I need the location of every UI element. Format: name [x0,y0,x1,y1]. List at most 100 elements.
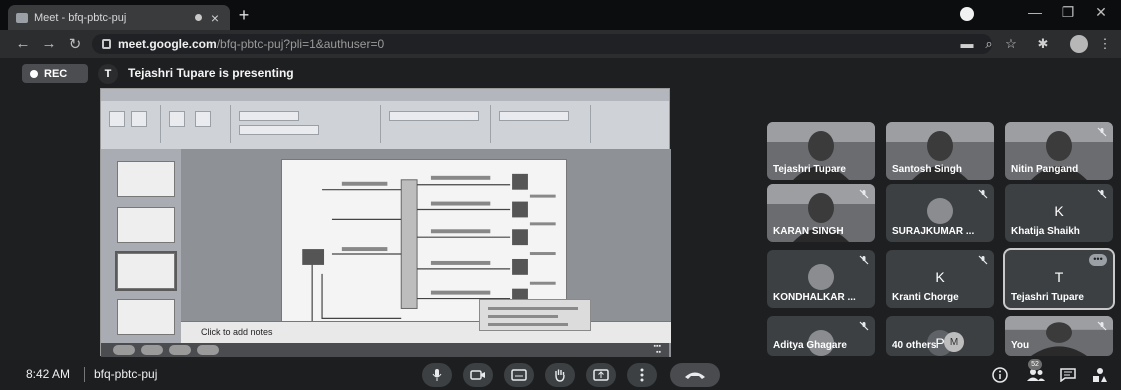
forward-arrow-icon[interactable]: → [40,35,58,52]
tab-close-icon[interactable]: × [208,10,222,26]
slide-thumbnail [117,207,175,243]
participant-tile[interactable]: P M 40 others [886,316,994,356]
mic-off-icon [1097,189,1107,199]
camera-button[interactable] [463,363,493,387]
leave-call-button[interactable] [670,363,720,387]
presenting-banner: Tejashri Tupare is presenting [128,66,294,80]
participant-name: Khatija Shaikh [1011,226,1080,237]
participant-tile[interactable]: KARAN SINGH [767,184,875,242]
activities-button[interactable] [1090,365,1110,385]
captions-button[interactable] [504,363,534,387]
recording-indicator[interactable]: REC [22,64,88,83]
close-window-button[interactable]: ✕ [1086,4,1116,21]
record-dot-icon [30,69,38,78]
slide-thumbnails [101,149,181,357]
meeting-code: bfq-pbtc-puj [94,367,158,381]
browser-toolbar: ← → ↻ meet.google.com /bfq-pbtc-puj?pli=… [0,30,1121,58]
maximize-button[interactable]: ❐ [1053,4,1083,21]
microphone-button[interactable] [422,363,452,387]
notification-popup [479,299,591,331]
menu-kebab-icon[interactable]: ⋮ [1096,36,1114,52]
url-host: meet.google.com [118,37,217,51]
avatar-initial: T [1054,269,1064,285]
new-tab-button[interactable]: + [234,5,254,26]
extensions-icon[interactable]: ✱ [1034,36,1052,52]
server-icon [512,201,528,218]
profile-avatar[interactable] [1070,35,1088,53]
chat-button[interactable] [1058,365,1078,385]
activities-icon [1093,368,1107,382]
tab-title: Meet - bfq-pbtc-puj [34,11,127,24]
server-icon [512,229,528,246]
drawing-bar [499,111,569,121]
slide-thumbnail [117,161,175,197]
mic-off-icon [1097,127,1107,137]
reload-icon[interactable]: ↻ [66,35,84,53]
participant-name: You [1011,340,1030,351]
layout-icon [195,111,211,127]
rec-label: REC [44,67,68,80]
raise-hand-button[interactable] [545,363,575,387]
meeting-details-button[interactable] [990,365,1010,385]
ribbon-group-clipboard [101,105,161,143]
zoom-icon[interactable]: ⌕ [980,36,998,52]
taskbar-item [197,345,219,355]
popup-line [488,323,568,326]
info-icon [992,367,1008,383]
participant-name: Tejashri Tupare [1011,292,1084,303]
microphone-icon [432,369,442,381]
mic-off-icon [859,321,869,331]
participant-tile[interactable]: Tejashri Tupare [767,122,875,180]
ppt-ribbon [101,89,669,149]
ribbon-group-font [231,105,381,143]
others-avatar: M [944,332,964,352]
chat-icon [1060,368,1076,382]
address-bar[interactable]: meet.google.com /bfq-pbtc-puj?pli=1&auth… [92,34,992,54]
participant-tile[interactable]: SURAJKUMAR ... [886,184,994,242]
participant-name: KARAN SINGH [773,226,844,237]
paragraph-bar [389,111,479,121]
back-arrow-icon[interactable]: ← [14,35,32,52]
taskbar-item [141,345,163,355]
font-box [239,111,299,121]
participant-tile[interactable]: T ••• Tejashri Tupare [1003,248,1115,310]
font-format-bar [239,125,319,135]
camera-in-use-icon[interactable]: ▬ [958,36,976,51]
more-options-button[interactable] [627,363,657,387]
notes-pane: Click to add notes [181,321,671,343]
server-icon [512,173,528,190]
proxy-server-bar [400,179,418,309]
mic-off-icon [978,255,988,265]
more-vertical-icon [640,368,644,382]
participant-tile[interactable]: Nitin Pangand [1005,122,1113,180]
present-screen-button[interactable] [586,363,616,387]
participant-tile[interactable]: Santosh Singh [886,122,994,180]
bookmark-star-icon[interactable]: ☆ [1002,36,1020,52]
copy-icon [131,111,147,127]
participant-tile[interactable]: K Kranti Chorge [886,250,994,308]
ribbon-group-drawing [491,105,591,143]
minimize-button[interactable]: — [1020,4,1050,20]
hang-up-icon [685,372,705,379]
windows-taskbar: ▪▪▪ ▪▪ [101,343,669,357]
browser-tab-meet[interactable]: Meet - bfq-pbtc-puj × [8,5,230,30]
new-slide-icon [169,111,185,127]
present-screen-icon [593,369,609,381]
participant-name: Tejashri Tupare [773,164,846,175]
mic-off-icon [978,189,988,199]
participant-name: SURAJKUMAR ... [892,226,975,237]
recording-dot-icon [195,14,202,21]
captions-icon [511,369,527,381]
avatar [808,264,834,290]
participant-tile[interactable]: KONDHALKAR ... [767,250,875,308]
participant-tile[interactable]: Aditya Ghagare [767,316,875,356]
participant-tile[interactable]: K Khatija Shaikh [1005,184,1113,242]
participant-name: Nitin Pangand [1011,164,1079,175]
hand-icon [555,369,565,382]
slide-thumbnail [115,251,177,291]
paste-icon [109,111,125,127]
tile-more-options-button[interactable]: ••• [1089,254,1107,266]
shared-screen: Click to add notes ▪▪▪ ▪▪ [100,88,671,357]
tab-search-icon[interactable] [960,7,974,21]
participant-tile[interactable]: You [1005,316,1113,356]
